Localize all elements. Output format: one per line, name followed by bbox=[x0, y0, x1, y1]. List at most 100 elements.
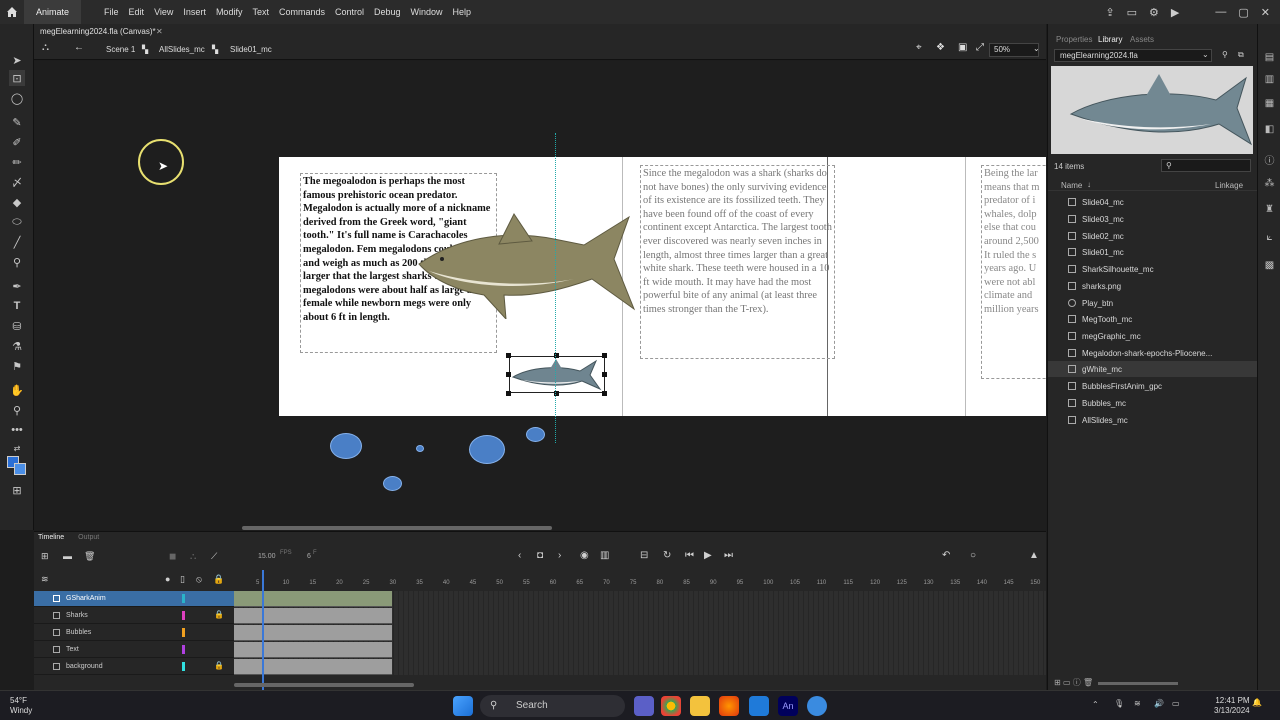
workspace-icon[interactable]: ⚙ bbox=[1149, 6, 1159, 19]
delete-icon[interactable]: 🗑 bbox=[1083, 678, 1093, 687]
chevron-down-icon[interactable]: ⌄ bbox=[1202, 50, 1209, 59]
lock-all-icon[interactable]: 🔒 bbox=[213, 574, 224, 585]
library-item[interactable]: sharks.png bbox=[1048, 278, 1258, 294]
library-item[interactable]: MegTooth_mc bbox=[1048, 311, 1258, 327]
tab-timeline[interactable]: Timeline bbox=[38, 534, 64, 541]
snap-icon[interactable]: ⊞ bbox=[9, 482, 25, 498]
slide2-text[interactable]: Since the megalodon was a shark (sharks … bbox=[640, 165, 835, 359]
new-layer-icon[interactable]: ⊞ bbox=[41, 551, 49, 562]
file-explorer-icon[interactable] bbox=[690, 696, 710, 716]
share-icon[interactable]: ⇪ bbox=[1105, 6, 1114, 19]
bubble[interactable] bbox=[526, 427, 545, 442]
firefox-icon[interactable] bbox=[719, 696, 739, 716]
breadcrumb-scene[interactable]: Scene 1 bbox=[106, 45, 135, 54]
transform-handle[interactable] bbox=[506, 391, 511, 396]
graph-icon[interactable]: ⟋ bbox=[211, 551, 217, 562]
motion-editor-icon[interactable]: ⟀ bbox=[1263, 232, 1276, 245]
play-icon[interactable]: ▶ bbox=[704, 550, 712, 561]
menu-debug[interactable]: Debug bbox=[369, 7, 406, 17]
edit-symbols-icon[interactable]: ❖ bbox=[936, 42, 945, 53]
scene-icon[interactable]: ⛬ bbox=[42, 42, 49, 53]
lock-icon[interactable]: 🔒 bbox=[214, 661, 224, 670]
pin-icon[interactable]: ⚲ bbox=[1222, 50, 1228, 59]
column-linkage[interactable]: Linkage bbox=[1215, 181, 1243, 190]
bubble[interactable] bbox=[383, 476, 402, 491]
prev-keyframe-icon[interactable]: ‹ bbox=[518, 550, 521, 561]
library-item[interactable]: Slide02_mc bbox=[1048, 228, 1258, 244]
zoom-tool-icon[interactable]: ⚲ bbox=[9, 402, 25, 418]
selection-tool-icon[interactable]: ➤ bbox=[9, 52, 25, 68]
visibility-icon[interactable]: ⦸ bbox=[196, 574, 202, 585]
battery-icon[interactable]: ▭ bbox=[1172, 699, 1180, 708]
bubble[interactable] bbox=[330, 433, 362, 459]
playhead[interactable] bbox=[262, 570, 264, 690]
library-item[interactable]: megGraphic_mc bbox=[1048, 328, 1258, 344]
lock-icon[interactable]: 🔒 bbox=[214, 610, 224, 619]
library-panel-icon[interactable]: ▥ bbox=[1263, 74, 1276, 87]
swatches-icon[interactable]: ▩ bbox=[1263, 260, 1276, 273]
go-to-first-frame-icon[interactable]: ⏮ bbox=[685, 550, 694, 561]
outline-icon[interactable]: ▯ bbox=[180, 574, 185, 585]
menu-insert[interactable]: Insert bbox=[178, 7, 211, 17]
weather-widget[interactable]: 54°F Windy bbox=[10, 696, 32, 716]
loop-icon[interactable]: ↻ bbox=[663, 550, 671, 561]
library-scrollbar[interactable] bbox=[1098, 682, 1178, 685]
transform-handle[interactable] bbox=[602, 391, 607, 396]
info-panel-icon[interactable]: ⓘ bbox=[1263, 152, 1276, 167]
sort-arrow-icon[interactable]: ↓ bbox=[1087, 180, 1091, 189]
undo-icon[interactable]: ↶ bbox=[942, 550, 950, 561]
components-icon[interactable]: ♜ bbox=[1263, 204, 1276, 217]
layer-name[interactable]: background bbox=[66, 663, 103, 670]
menu-edit[interactable]: Edit bbox=[124, 7, 150, 17]
chevron-down-icon[interactable]: ⌄ bbox=[1033, 44, 1040, 53]
collapse-icon[interactable]: ▲ bbox=[1029, 550, 1039, 561]
library-search-input[interactable]: ⚲ bbox=[1161, 159, 1251, 172]
text-tool-icon[interactable]: T bbox=[9, 298, 25, 314]
layer-row[interactable]: Bubbles bbox=[34, 625, 234, 641]
test-movie-icon[interactable]: ▶ bbox=[1171, 6, 1179, 19]
tab-output[interactable]: Output bbox=[78, 534, 99, 541]
close-icon[interactable]: ✕ bbox=[1261, 6, 1270, 19]
menu-help[interactable]: Help bbox=[448, 7, 477, 17]
teams-icon[interactable] bbox=[634, 696, 654, 716]
eraser-tool-icon[interactable]: ◆ bbox=[9, 194, 25, 210]
tab-library[interactable]: Library bbox=[1098, 35, 1122, 44]
layer-color-swatch[interactable] bbox=[182, 645, 185, 654]
next-keyframe-icon[interactable]: › bbox=[558, 550, 561, 561]
new-symbol-icon[interactable]: ⊞ bbox=[1054, 678, 1061, 687]
clock[interactable]: 12:41 PM 3/13/2024 bbox=[1214, 696, 1250, 716]
menu-file[interactable]: File bbox=[99, 7, 124, 17]
layer-row[interactable]: background 🔒 bbox=[34, 659, 234, 675]
slide3-text[interactable]: Being the lar means that m predator of i… bbox=[981, 165, 1046, 379]
maximize-icon[interactable]: ▢ bbox=[1238, 6, 1248, 19]
library-item[interactable]: Play_btn bbox=[1048, 295, 1258, 311]
breadcrumb-slide01[interactable]: Slide01_mc bbox=[230, 45, 272, 54]
pin-tool-icon[interactable]: ⚑ bbox=[9, 358, 25, 374]
layout-icon[interactable]: ▭ bbox=[1127, 6, 1137, 19]
frame-ruler[interactable]: 5 10 15 20 25 30 35 40 45 50 55 60 65 70 75 80 85 90 95 100… bbox=[234, 569, 1046, 589]
close-tab-icon[interactable]: ✕ bbox=[156, 27, 163, 36]
frame-span[interactable] bbox=[234, 625, 392, 641]
notification-icon[interactable]: 🔔 bbox=[1252, 698, 1262, 707]
breadcrumb-allslides[interactable]: AllSlides_mc bbox=[159, 45, 205, 54]
artboard[interactable]: The megoalodon is perhaps the most famou… bbox=[279, 157, 1046, 416]
free-transform-tool-icon[interactable]: ⊡ bbox=[9, 70, 25, 86]
delete-layer-icon[interactable]: 🗑 bbox=[84, 551, 95, 562]
layer-row[interactable]: GSharkAnim bbox=[34, 591, 234, 607]
library-item-selected[interactable]: gWhite_mc bbox=[1048, 361, 1258, 377]
properties-panel-icon[interactable]: ▤ bbox=[1263, 52, 1276, 65]
home-icon[interactable] bbox=[0, 0, 24, 24]
more-tools-icon[interactable]: ••• bbox=[9, 422, 25, 438]
frame-span[interactable] bbox=[234, 608, 392, 624]
pen-tool-icon[interactable]: ✒ bbox=[9, 278, 25, 294]
vscode-icon[interactable] bbox=[749, 696, 769, 716]
layer-row[interactable]: Sharks 🔒 bbox=[34, 608, 234, 624]
horizontal-scrollbar[interactable] bbox=[242, 526, 552, 530]
menu-view[interactable]: View bbox=[149, 7, 178, 17]
minimize-icon[interactable]: — bbox=[1215, 6, 1226, 18]
onion-skin-icon[interactable]: ◉ bbox=[580, 550, 589, 561]
fps-value[interactable]: 15.00 bbox=[258, 553, 276, 560]
brush-tool-icon[interactable]: ✎ bbox=[9, 114, 25, 130]
chrome-icon[interactable] bbox=[661, 696, 681, 716]
lasso-tool-icon[interactable]: ◯ bbox=[9, 90, 25, 106]
